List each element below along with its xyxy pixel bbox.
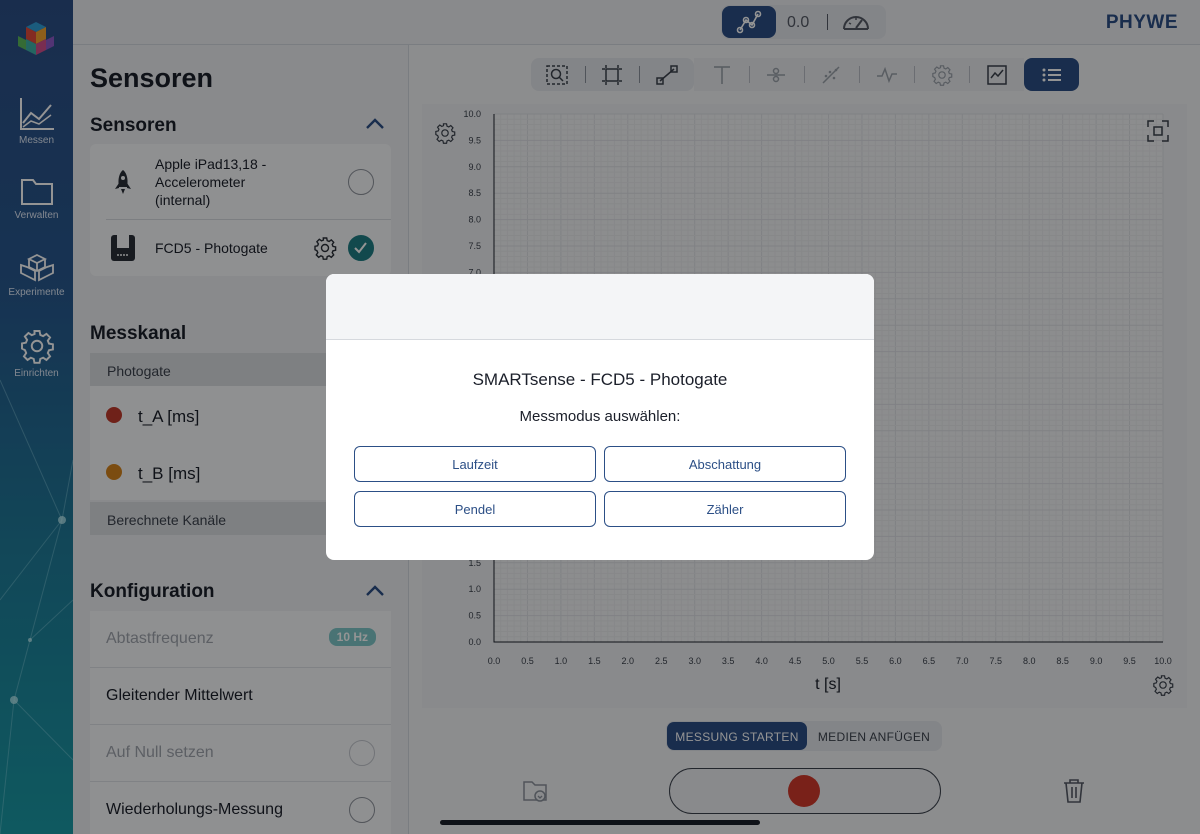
dialog-subtitle: Messmodus auswählen:: [519, 408, 681, 425]
dialog-title: SMARTsense - FCD5 - Photogate: [472, 370, 728, 389]
mode-button-laufzeit[interactable]: Laufzeit: [354, 446, 596, 482]
mode-button-abschattung[interactable]: Abschattung: [604, 446, 846, 482]
mode-button-pendel[interactable]: Pendel: [354, 491, 596, 527]
mode-button-zaehler[interactable]: Zähler: [604, 491, 846, 527]
mode-select-dialog: SMARTsense - FCD5 - Photogate Messmodus …: [326, 274, 874, 560]
dialog-header: [326, 274, 874, 340]
